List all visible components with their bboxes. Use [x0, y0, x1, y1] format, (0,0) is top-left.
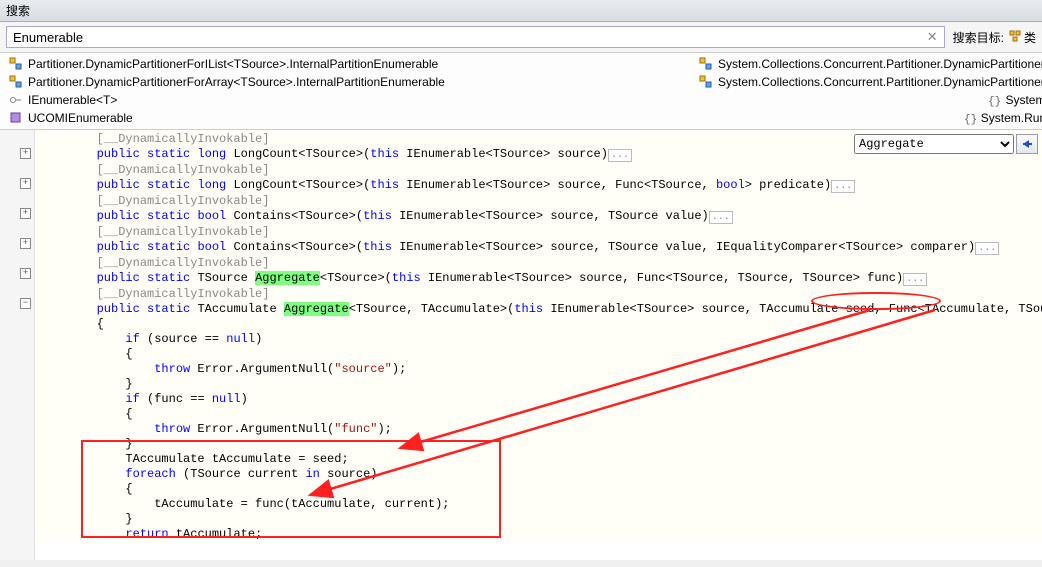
results-col-right: System.Collections.Concurrent.Partitione… — [690, 53, 1042, 129]
search-input[interactable] — [7, 28, 921, 47]
result-item[interactable]: IEnumerable<T> — [0, 91, 690, 109]
class-icon — [8, 110, 24, 126]
result-text: System.Collections.Concurrent.Partitione… — [718, 75, 1042, 89]
search-target-label: 搜索目标: — [953, 29, 1004, 46]
member-dropdown[interactable]: Aggregate — [854, 134, 1014, 154]
class-filter-label: 类 — [1024, 29, 1036, 46]
arrow-left-icon — [1020, 138, 1034, 150]
fold-gutter: + + + + + − — [0, 130, 35, 560]
code-editor: + + + + + − Aggregate [__DynamicallyInvo… — [0, 130, 1042, 560]
result-item[interactable]: System.Collections.Concurrent.Partitione… — [690, 73, 1042, 91]
svg-text:{}: {} — [988, 96, 1000, 107]
result-text: Partitioner.DynamicPartitionerForIList<T… — [28, 57, 438, 71]
result-text: System.Collect — [1005, 93, 1042, 107]
interface-icon — [8, 92, 24, 108]
namespace-icon: {} — [985, 92, 1001, 108]
class-icon — [698, 56, 714, 72]
result-item[interactable]: {} System.Runtime.Int — [690, 109, 1042, 127]
search-panel-title: 搜索 — [0, 0, 1042, 22]
result-text: System.Runtime.Int — [981, 111, 1042, 125]
code-scroll[interactable]: Aggregate [__DynamicallyInvokable] publi… — [35, 130, 1042, 560]
result-text: Partitioner.DynamicPartitionerForArray<T… — [28, 75, 445, 89]
results-col-left: Partitioner.DynamicPartitionerForIList<T… — [0, 53, 690, 129]
fold-toggle[interactable]: + — [20, 178, 31, 189]
fold-toggle[interactable]: + — [20, 268, 31, 279]
namespace-icon: {} — [961, 110, 977, 126]
class-icon — [698, 74, 714, 90]
search-input-wrapper: ✕ — [6, 26, 945, 48]
result-item[interactable]: {} System.Collect — [690, 91, 1042, 109]
result-item[interactable]: UCOMIEnumerable — [0, 109, 690, 127]
class-filter-icon[interactable] — [1008, 28, 1024, 47]
result-item[interactable]: Partitioner.DynamicPartitionerForIList<T… — [0, 55, 690, 73]
svg-text:{}: {} — [964, 114, 976, 125]
clear-search-icon[interactable]: ✕ — [921, 29, 944, 45]
fold-toggle[interactable]: + — [20, 148, 31, 159]
result-item[interactable]: Partitioner.DynamicPartitionerForArray<T… — [0, 73, 690, 91]
fold-toggle[interactable]: − — [20, 298, 31, 309]
code-content: [__DynamicallyInvokable] public static l… — [35, 130, 1042, 542]
fold-toggle[interactable]: + — [20, 238, 31, 249]
back-button[interactable] — [1016, 134, 1038, 154]
class-icon — [8, 56, 24, 72]
result-text: System.Collections.Concurrent.Partitione… — [718, 57, 1042, 71]
search-results: Partitioner.DynamicPartitionerForIList<T… — [0, 53, 1042, 130]
result-text: UCOMIEnumerable — [28, 111, 133, 125]
result-text: IEnumerable<T> — [28, 93, 117, 107]
result-item[interactable]: System.Collections.Concurrent.Partitione… — [690, 55, 1042, 73]
search-row: ✕ 搜索目标: 类 — [0, 22, 1042, 53]
member-dropdown-row: Aggregate — [854, 134, 1038, 154]
class-icon — [8, 74, 24, 90]
fold-toggle[interactable]: + — [20, 208, 31, 219]
